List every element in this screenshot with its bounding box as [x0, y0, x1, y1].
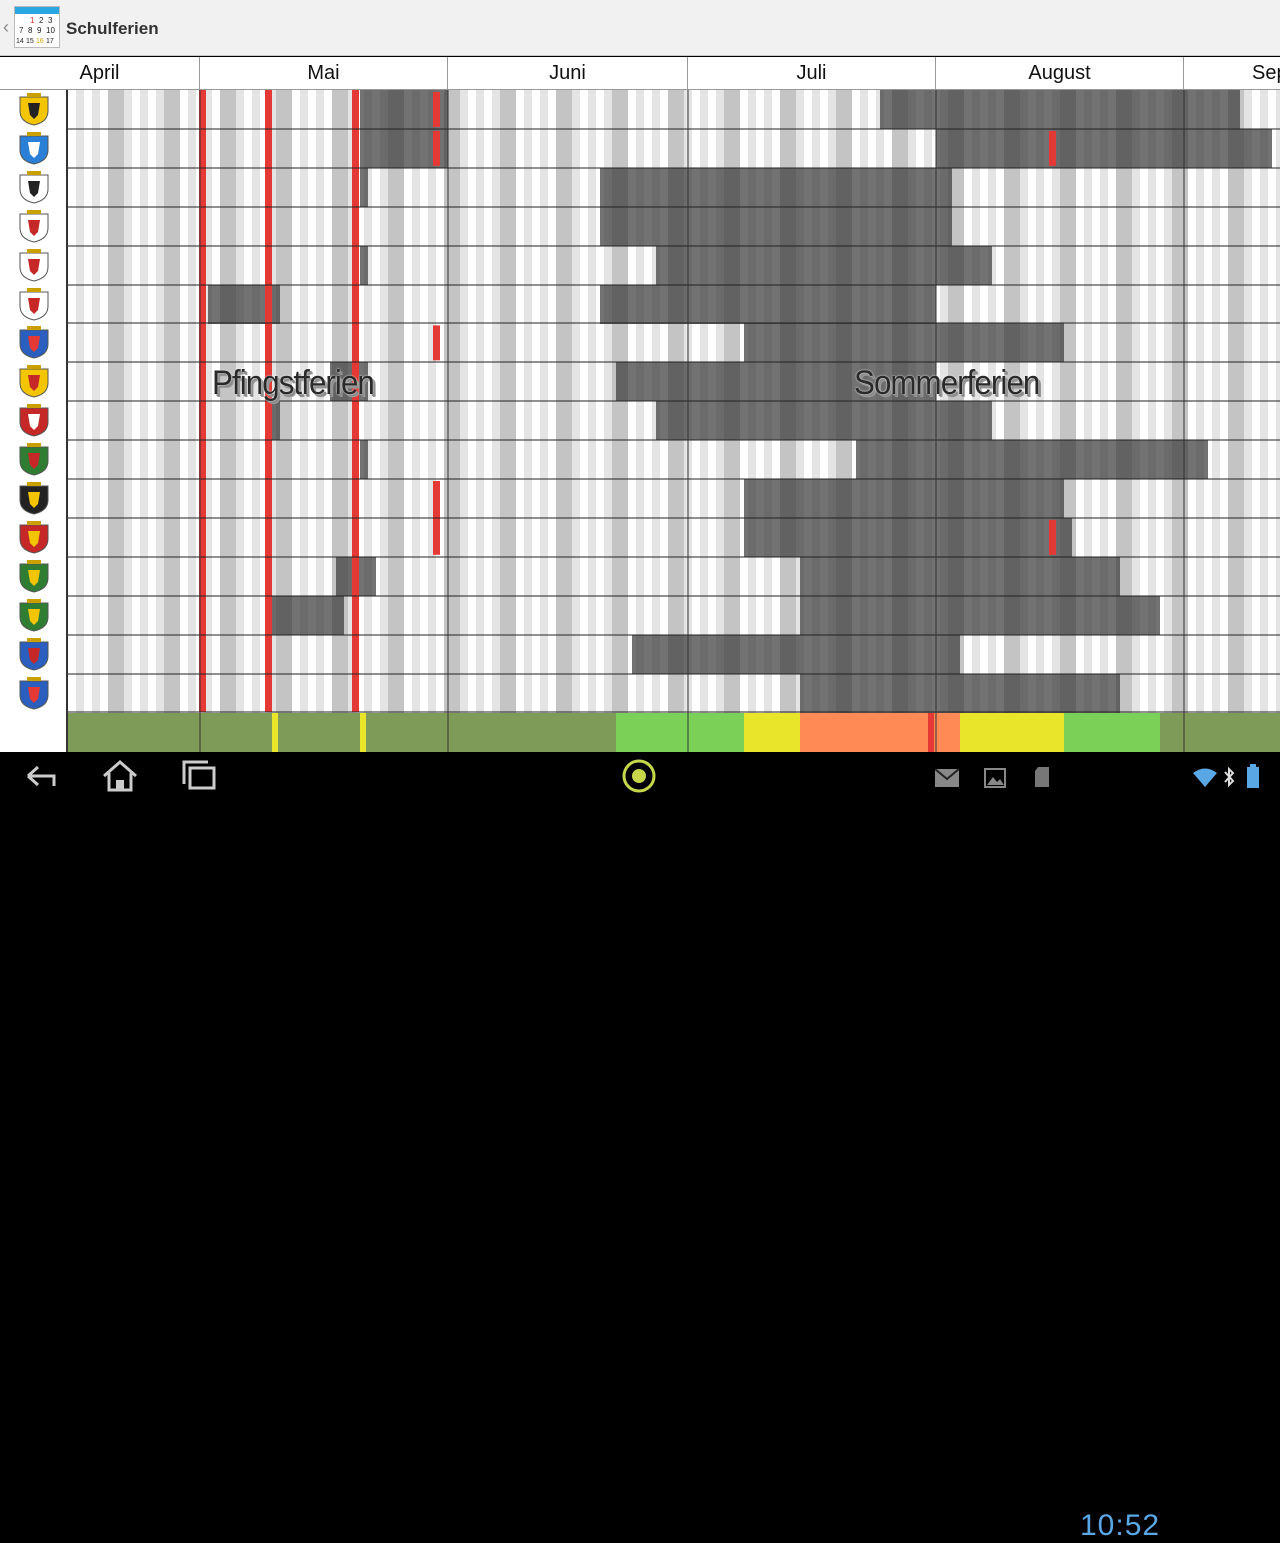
- holiday-block: [656, 401, 992, 440]
- system-bar: 10:52: [0, 752, 1280, 1542]
- bluetooth-icon: [1224, 766, 1235, 788]
- app-title: Schulferien: [66, 19, 159, 38]
- holiday-block: [272, 401, 280, 440]
- action-bar: ‹ 1 2 3 7 8 9 10 14 15 16 17 Schulferien: [0, 0, 1280, 56]
- crest-icon-9: [19, 404, 49, 437]
- public-holiday-mark: [433, 130, 440, 166]
- crest-icon-10: [19, 443, 49, 476]
- crest-icon-11: [19, 482, 49, 515]
- crest-icon-16: [19, 677, 49, 710]
- month-header: April Mai Juni Juli August Sep: [0, 57, 1280, 90]
- sd-card-icon: [1035, 767, 1049, 787]
- holiday-block: [880, 90, 1240, 129]
- month-juni: Juni: [448, 57, 688, 89]
- home-icon[interactable]: [100, 758, 140, 794]
- public-holiday-mark: [1049, 130, 1056, 166]
- month-mai: Mai: [200, 57, 448, 89]
- crest-icon-1: [19, 93, 49, 126]
- holiday-block: [744, 323, 1064, 362]
- holiday-block: [856, 440, 1208, 479]
- month-september: Sep: [1184, 57, 1280, 89]
- crest-icon-4: [19, 210, 49, 243]
- recent-apps-icon[interactable]: [180, 758, 220, 794]
- density-bar-segment: [360, 713, 366, 752]
- crest-icon-12: [19, 521, 49, 554]
- month-august: August: [936, 57, 1184, 89]
- density-bar-segment: [1064, 713, 1160, 752]
- density-bar-segment: [960, 713, 1064, 752]
- app-calendar-icon[interactable]: 1 2 3 7 8 9 10 14 15 16 17: [14, 6, 60, 48]
- wifi-icon: [1193, 768, 1217, 787]
- sommerferien-label: Sommerferien: [854, 364, 1040, 402]
- density-bar-segment: [616, 713, 744, 752]
- holiday-block: [360, 440, 368, 479]
- density-bar-segment: [928, 713, 934, 752]
- status-clock: 10:52: [1080, 1509, 1161, 1542]
- density-bar-segment: [936, 713, 960, 752]
- mail-icon: [934, 768, 960, 787]
- holiday-block: [360, 246, 368, 285]
- holiday-block: [600, 207, 952, 246]
- crest-icon-3: [19, 171, 49, 204]
- holiday-block: [272, 596, 344, 635]
- holiday-block: [800, 557, 1120, 596]
- public-holiday-mark: [1049, 519, 1056, 555]
- gallery-icon: [984, 768, 1006, 788]
- density-bar-segment: [68, 713, 616, 752]
- density-bar-segment: [272, 713, 278, 752]
- crest-icon-15: [19, 638, 49, 671]
- holiday-block: [744, 479, 1064, 518]
- density-bar-segment: [800, 713, 936, 752]
- holiday-block: [800, 596, 1160, 635]
- crest-icon-7: [19, 326, 49, 359]
- up-chevron-icon[interactable]: ‹: [3, 17, 9, 38]
- crest-icon-2: [19, 132, 49, 165]
- back-icon[interactable]: [22, 758, 62, 794]
- crest-icon-6: [19, 288, 49, 321]
- holiday-block: [600, 168, 952, 207]
- month-juli: Juli: [688, 57, 936, 89]
- holiday-block: [656, 246, 992, 285]
- month-april: April: [0, 57, 200, 89]
- crest-icon-8: [19, 365, 49, 398]
- holiday-block: [800, 674, 1120, 713]
- holiday-calendar-grid[interactable]: Pfingstferien Sommerferien: [68, 90, 1280, 752]
- state-crest-column: [0, 90, 68, 752]
- public-holiday-mark: [433, 92, 440, 127]
- holiday-block: [936, 129, 1272, 168]
- battery-icon: [1247, 764, 1259, 788]
- crest-icon-14: [19, 599, 49, 632]
- crest-icon-5: [19, 249, 49, 282]
- holiday-block: [360, 168, 368, 207]
- holiday-block: [632, 635, 960, 674]
- app-drawer-icon[interactable]: [618, 755, 660, 797]
- public-holiday-mark: [433, 325, 440, 361]
- pfingstferien-label: Pfingstferien: [212, 364, 375, 402]
- holiday-block: [744, 518, 1072, 557]
- density-bar-segment: [1160, 713, 1280, 752]
- holiday-block: [600, 285, 936, 324]
- crest-icon-13: [19, 560, 49, 593]
- density-bar-segment: [744, 713, 800, 752]
